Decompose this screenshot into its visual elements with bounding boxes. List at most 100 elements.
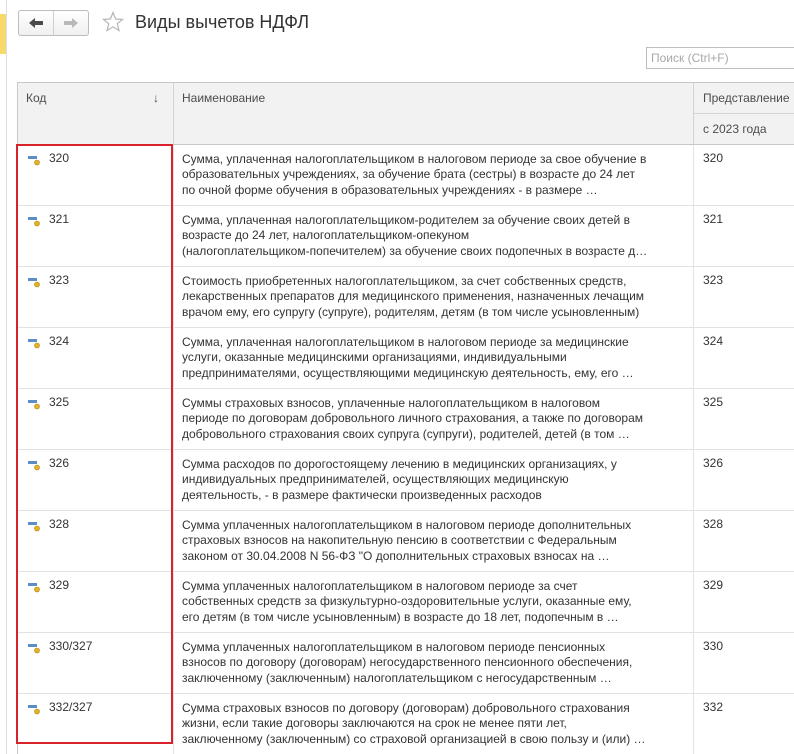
table-row[interactable]: 323 Стоимость приобретенных налогоплател… xyxy=(18,267,794,328)
representation-cell: 323 xyxy=(694,267,794,327)
code-cell: 326 xyxy=(18,450,174,510)
name-value: Сумма уплаченных налогоплательщиком в на… xyxy=(182,579,632,624)
name-cell: Стоимость приобретенных налогоплательщик… xyxy=(174,267,694,327)
representation-value: 329 xyxy=(703,578,724,592)
representation-cell: 320 xyxy=(694,145,794,205)
catalog-item-icon xyxy=(28,156,40,166)
catalog-item-icon xyxy=(28,583,40,593)
page-title: Виды вычетов НДФЛ xyxy=(135,12,310,32)
name-cell: Сумма, уплаченная налогоплательщиком-род… xyxy=(174,206,694,266)
table-row[interactable]: 330/327 Сумма уплаченных налогоплательщи… xyxy=(18,633,794,694)
catalog-item-icon xyxy=(28,339,40,349)
representation-cell: 328 xyxy=(694,511,794,571)
star-icon[interactable] xyxy=(102,11,124,33)
name-cell: Сумма страховых взносов по договору (дог… xyxy=(174,694,694,754)
code-cell: 324 xyxy=(18,328,174,388)
name-cell: Сумма уплаченных налогоплательщиком в на… xyxy=(174,633,694,693)
catalog-item-icon xyxy=(28,522,40,532)
table-row[interactable]: 321 Сумма, уплаченная налогоплательщиком… xyxy=(18,206,794,267)
code-cell: 329 xyxy=(18,572,174,632)
column-header-representation-sub[interactable]: с 2023 года xyxy=(694,114,794,144)
code-value: 324 xyxy=(49,334,70,348)
column-header-representation-sub-label: с 2023 года xyxy=(703,122,767,136)
table-row[interactable]: 328 Сумма уплаченных налогоплательщиком … xyxy=(18,511,794,572)
name-cell: Суммы страховых взносов, уплаченные нало… xyxy=(174,389,694,449)
catalog-item-icon xyxy=(28,705,40,715)
name-value: Сумма уплаченных налогоплательщиком в на… xyxy=(182,518,632,563)
column-header-code[interactable]: Код ↓ xyxy=(18,83,174,144)
code-cell: 332/327 xyxy=(18,694,174,754)
table-row[interactable]: 325 Суммы страховых взносов, уплаченные … xyxy=(18,389,794,450)
name-value: Сумма, уплаченная налогоплательщиком-род… xyxy=(182,213,648,258)
representation-value: 330 xyxy=(703,639,724,653)
table-row[interactable]: 329 Сумма уплаченных налогоплательщиком … xyxy=(18,572,794,633)
table-row[interactable]: 320 Сумма, уплаченная налогоплательщиком… xyxy=(18,145,794,206)
code-cell: 325 xyxy=(18,389,174,449)
code-value: 328 xyxy=(49,517,70,531)
representation-value: 326 xyxy=(703,456,724,470)
code-cell: 330/327 xyxy=(18,633,174,693)
representation-value: 324 xyxy=(703,334,724,348)
code-value: 329 xyxy=(49,578,70,592)
deductions-table: Код ↓ Наименование Представление с 2023 … xyxy=(17,82,794,754)
table-row[interactable]: 332/327 Сумма страховых взносов по догов… xyxy=(18,694,794,754)
code-value: 325 xyxy=(49,395,70,409)
name-cell: Сумма уплаченных налогоплательщиком в на… xyxy=(174,511,694,571)
representation-value: 320 xyxy=(703,151,724,165)
navigation-buttons xyxy=(18,10,89,36)
code-cell: 323 xyxy=(18,267,174,327)
representation-cell: 332 xyxy=(694,694,794,754)
arrow-left-icon xyxy=(29,18,43,28)
catalog-item-icon xyxy=(28,644,40,654)
code-cell: 328 xyxy=(18,511,174,571)
representation-cell: 325 xyxy=(694,389,794,449)
back-button[interactable] xyxy=(19,11,53,35)
representation-cell: 321 xyxy=(694,206,794,266)
column-header-name-label: Наименование xyxy=(182,91,266,105)
name-cell: Сумма расходов по дорогостоящему лечению… xyxy=(174,450,694,510)
table-body: 320 Сумма, уплаченная налогоплательщиком… xyxy=(18,145,794,754)
name-value: Сумма уплаченных налогоплательщиком в на… xyxy=(182,640,633,685)
code-value: 332/327 xyxy=(49,700,93,714)
representation-cell: 326 xyxy=(694,450,794,510)
name-value: Сумма расходов по дорогостоящему лечению… xyxy=(182,457,617,502)
arrow-right-icon xyxy=(64,18,78,28)
name-cell: Сумма, уплаченная налогоплательщиком в н… xyxy=(174,145,694,205)
code-value: 323 xyxy=(49,273,70,287)
representation-value: 325 xyxy=(703,395,724,409)
code-value: 326 xyxy=(49,456,70,470)
catalog-item-icon xyxy=(28,278,40,288)
column-header-representation[interactable]: Представление с 2023 года xyxy=(694,83,794,144)
column-header-code-label: Код xyxy=(26,91,47,105)
representation-value: 332 xyxy=(703,700,724,714)
name-value: Суммы страховых взносов, уплаченные нало… xyxy=(182,396,643,441)
sort-descending-icon: ↓ xyxy=(153,91,159,105)
code-value: 320 xyxy=(49,151,70,165)
forward-button[interactable] xyxy=(53,11,88,35)
representation-value: 323 xyxy=(703,273,724,287)
app-window: Виды вычетов НДФЛ Код ↓ Наименование Пре… xyxy=(0,0,794,754)
table-row[interactable]: 324 Сумма, уплаченная налогоплательщиком… xyxy=(18,328,794,389)
name-value: Сумма, уплаченная налогоплательщиком в н… xyxy=(182,335,634,380)
name-value: Сумма, уплаченная налогоплательщиком в н… xyxy=(182,152,647,197)
column-header-name[interactable]: Наименование xyxy=(174,83,694,144)
name-value: Сумма страховых взносов по договору (дог… xyxy=(182,701,646,746)
catalog-item-icon xyxy=(28,400,40,410)
representation-value: 328 xyxy=(703,517,724,531)
code-value: 321 xyxy=(49,212,70,226)
column-header-representation-top: Представление xyxy=(694,83,794,114)
table-row[interactable]: 326 Сумма расходов по дорогостоящему леч… xyxy=(18,450,794,511)
name-value: Стоимость приобретенных налогоплательщик… xyxy=(182,274,645,319)
representation-value: 321 xyxy=(703,212,724,226)
representation-cell: 330 xyxy=(694,633,794,693)
window-edge-divider xyxy=(6,0,7,754)
name-cell: Сумма, уплаченная налогоплательщиком в н… xyxy=(174,328,694,388)
representation-cell: 329 xyxy=(694,572,794,632)
catalog-item-icon xyxy=(28,217,40,227)
column-header-representation-label: Представление xyxy=(703,91,790,105)
representation-cell: 324 xyxy=(694,328,794,388)
code-value: 330/327 xyxy=(49,639,93,653)
search-input[interactable] xyxy=(646,47,794,69)
name-cell: Сумма уплаченных налогоплательщиком в на… xyxy=(174,572,694,632)
catalog-item-icon xyxy=(28,461,40,471)
